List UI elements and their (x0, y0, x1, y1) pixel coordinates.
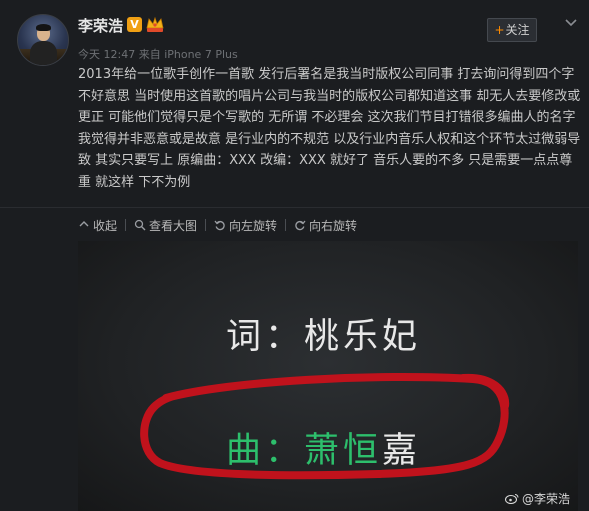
verified-badge-icon: V (127, 17, 142, 32)
post-source: 来自 iPhone 7 Plus (138, 48, 238, 61)
vip-crown-icon (146, 16, 164, 32)
chevron-down-icon[interactable] (563, 15, 579, 31)
view-large-button[interactable]: 查看大图 (134, 217, 197, 234)
rotate-right-label: 向右旋转 (309, 218, 358, 233)
avatar[interactable] (17, 14, 69, 66)
rotate-right-icon (295, 220, 306, 231)
post-text: 2013年给一位歌手创作一首歌 发行后署名是我当时版权公司同事 打去询问得到四个… (78, 67, 581, 190)
composer-credit-last: 嘉 (382, 431, 422, 471)
post-image[interactable]: 词：桃乐妃 曲：萧恒嘉 @李荣浩 (78, 241, 578, 511)
weibo-post: 李荣浩 V +关注 今天 12:47 来自 iPhone 7 Plus 2013… (0, 0, 589, 511)
watermark: @李荣浩 (504, 490, 570, 507)
collapse-label: 收起 (93, 218, 118, 233)
weibo-logo-icon (504, 493, 519, 504)
post-time[interactable]: 今天 12:47 (78, 48, 135, 61)
follow-button[interactable]: +关注 (487, 18, 537, 42)
follow-label: 关注 (505, 23, 530, 37)
rotate-right-button[interactable]: 向右旋转 (294, 217, 357, 234)
plus-icon: + (494, 23, 505, 37)
rotate-left-icon (214, 220, 225, 231)
divider (0, 207, 589, 208)
view-large-label: 查看大图 (149, 218, 198, 233)
post-meta: 今天 12:47 来自 iPhone 7 Plus (78, 46, 238, 62)
rotate-left-label: 向左旋转 (229, 218, 278, 233)
watermark-text: @李荣浩 (521, 492, 570, 506)
composer-credit: 曲：萧恒嘉 (226, 422, 421, 473)
magnifier-icon (134, 219, 146, 231)
username[interactable]: 李荣浩 (78, 15, 123, 36)
collapse-icon (79, 221, 89, 227)
collapse-button[interactable]: 收起 (78, 217, 117, 234)
rotate-left-button[interactable]: 向左旋转 (214, 217, 277, 234)
image-toolbar: 收起 查看大图 向左旋转 向右旋转 (78, 216, 357, 234)
composer-credit-green: 曲：萧恒 (226, 431, 383, 471)
